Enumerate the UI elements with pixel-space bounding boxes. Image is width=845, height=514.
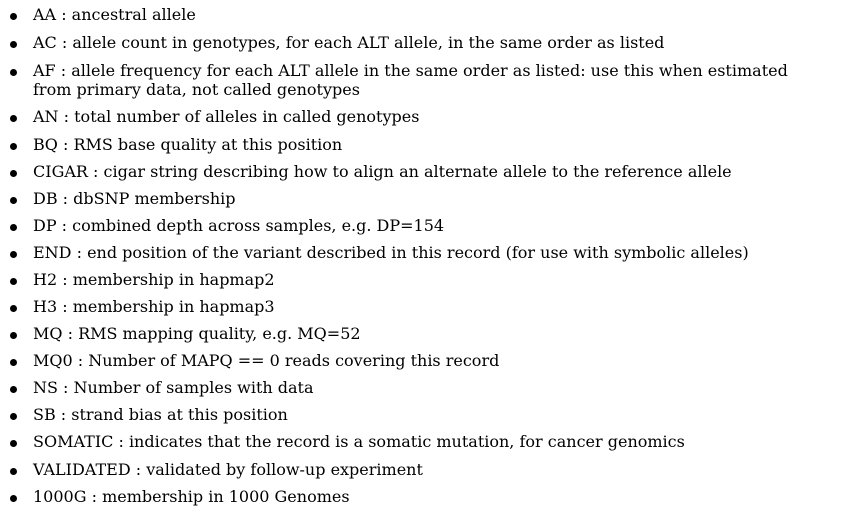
field-description: allele frequency for each ALT allele in … — [33, 61, 788, 99]
field-description: total number of alleles in called genoty… — [74, 107, 420, 126]
bullet-icon — [10, 143, 17, 150]
bullet-icon — [10, 386, 17, 393]
field-separator: : — [62, 324, 79, 343]
field-description: membership in 1000 Genomes — [102, 487, 350, 506]
field-separator: : — [86, 487, 103, 506]
list-item: AA : ancestral allele — [0, 5, 845, 24]
bullet-icon — [10, 332, 17, 339]
bullet-icon — [10, 495, 17, 502]
list-item: SOMATIC : indicates that the record is a… — [0, 432, 845, 451]
list-item: AF : allele frequency for each ALT allel… — [0, 61, 845, 99]
field-key: SOMATIC — [33, 432, 114, 451]
field-separator: : — [58, 107, 75, 126]
field-description: cigar string describing how to align an … — [103, 162, 732, 181]
field-separator: : — [57, 189, 74, 208]
field-separator: : — [57, 297, 73, 316]
bullet-icon — [10, 413, 17, 420]
field-separator: : — [57, 378, 74, 397]
list-item: H2 : membership in hapmap2 — [0, 270, 845, 289]
field-description: ancestral allele — [71, 5, 196, 24]
list-item: H3 : membership in hapmap3 — [0, 297, 845, 316]
list-item: CIGAR : cigar string describing how to a… — [0, 162, 845, 181]
field-separator: : — [56, 216, 73, 235]
field-description: RMS base quality at this position — [73, 135, 343, 154]
list-item: VALIDATED : validated by follow-up exper… — [0, 460, 845, 479]
bullet-icon — [10, 197, 17, 204]
field-description: Number of samples with data — [73, 378, 314, 397]
bullet-icon — [10, 440, 17, 447]
list-item: BQ : RMS base quality at this position — [0, 135, 845, 154]
bullet-icon — [10, 115, 17, 122]
field-description: end position of the variant described in… — [87, 243, 749, 262]
bullet-icon — [10, 13, 17, 20]
field-description: membership in hapmap3 — [72, 297, 275, 316]
field-key: 1000G — [33, 487, 87, 506]
list-item: NS : Number of samples with data — [0, 378, 845, 397]
field-separator: : — [130, 460, 147, 479]
bullet-icon — [10, 278, 17, 285]
field-separator: : — [71, 243, 88, 262]
bullet-icon — [10, 170, 17, 177]
field-key: END — [33, 243, 72, 262]
field-separator: : — [55, 61, 72, 80]
field-key: AF — [33, 61, 56, 80]
field-key: H2 — [33, 270, 58, 289]
field-description: allele count in genotypes, for each ALT … — [72, 33, 665, 52]
field-key: BQ — [33, 135, 58, 154]
field-key: CIGAR — [33, 162, 88, 181]
list-item: DP : combined depth across samples, e.g.… — [0, 216, 845, 235]
field-key: AN — [33, 107, 59, 126]
field-separator: : — [56, 5, 72, 24]
list-item: MQ : RMS mapping quality, e.g. MQ=52 — [0, 324, 845, 343]
field-separator: : — [72, 351, 89, 370]
field-separator: : — [57, 135, 74, 154]
list-item: MQ0 : Number of MAPQ == 0 reads covering… — [0, 351, 845, 370]
field-key: MQ0 — [33, 351, 73, 370]
field-description: Number of MAPQ == 0 reads covering this … — [88, 351, 500, 370]
field-description: RMS mapping quality, e.g. MQ=52 — [78, 324, 361, 343]
field-key: AA — [33, 5, 57, 24]
list-item: AC : allele count in genotypes, for each… — [0, 33, 845, 52]
field-key: DP — [33, 216, 57, 235]
field-description: membership in hapmap2 — [72, 270, 275, 289]
list-item: 1000G : membership in 1000 Genomes — [0, 487, 845, 506]
field-separator: : — [56, 33, 73, 52]
field-key: VALIDATED — [33, 460, 131, 479]
list-item: DB : dbSNP membership — [0, 189, 845, 208]
field-key: DB — [33, 189, 58, 208]
field-description: combined depth across samples, e.g. DP=1… — [72, 216, 445, 235]
field-key: SB — [33, 405, 56, 424]
field-key: NS — [33, 378, 58, 397]
bullet-icon — [10, 224, 17, 231]
bullet-icon — [10, 468, 17, 475]
bullet-icon — [10, 305, 17, 312]
field-description: indicates that the record is a somatic m… — [128, 432, 685, 451]
field-separator: : — [55, 405, 72, 424]
bullet-icon — [10, 41, 17, 48]
bullet-icon — [10, 69, 17, 76]
list-item: END : end position of the variant descri… — [0, 243, 845, 262]
list-item: SB : strand bias at this position — [0, 405, 845, 424]
field-description: dbSNP membership — [73, 189, 236, 208]
field-key: MQ — [33, 324, 63, 343]
field-key: H3 — [33, 297, 58, 316]
list-item: AN : total number of alleles in called g… — [0, 107, 845, 126]
bullet-icon — [10, 359, 17, 366]
bullet-icon — [10, 251, 17, 258]
field-separator: : — [57, 270, 73, 289]
field-separator: : — [87, 162, 104, 181]
field-key: AC — [33, 33, 57, 52]
field-separator: : — [113, 432, 129, 451]
document-page: AA : ancestral allele AC : allele count i… — [0, 0, 845, 514]
field-description: strand bias at this position — [71, 405, 288, 424]
field-description: validated by follow-up experiment — [146, 460, 423, 479]
